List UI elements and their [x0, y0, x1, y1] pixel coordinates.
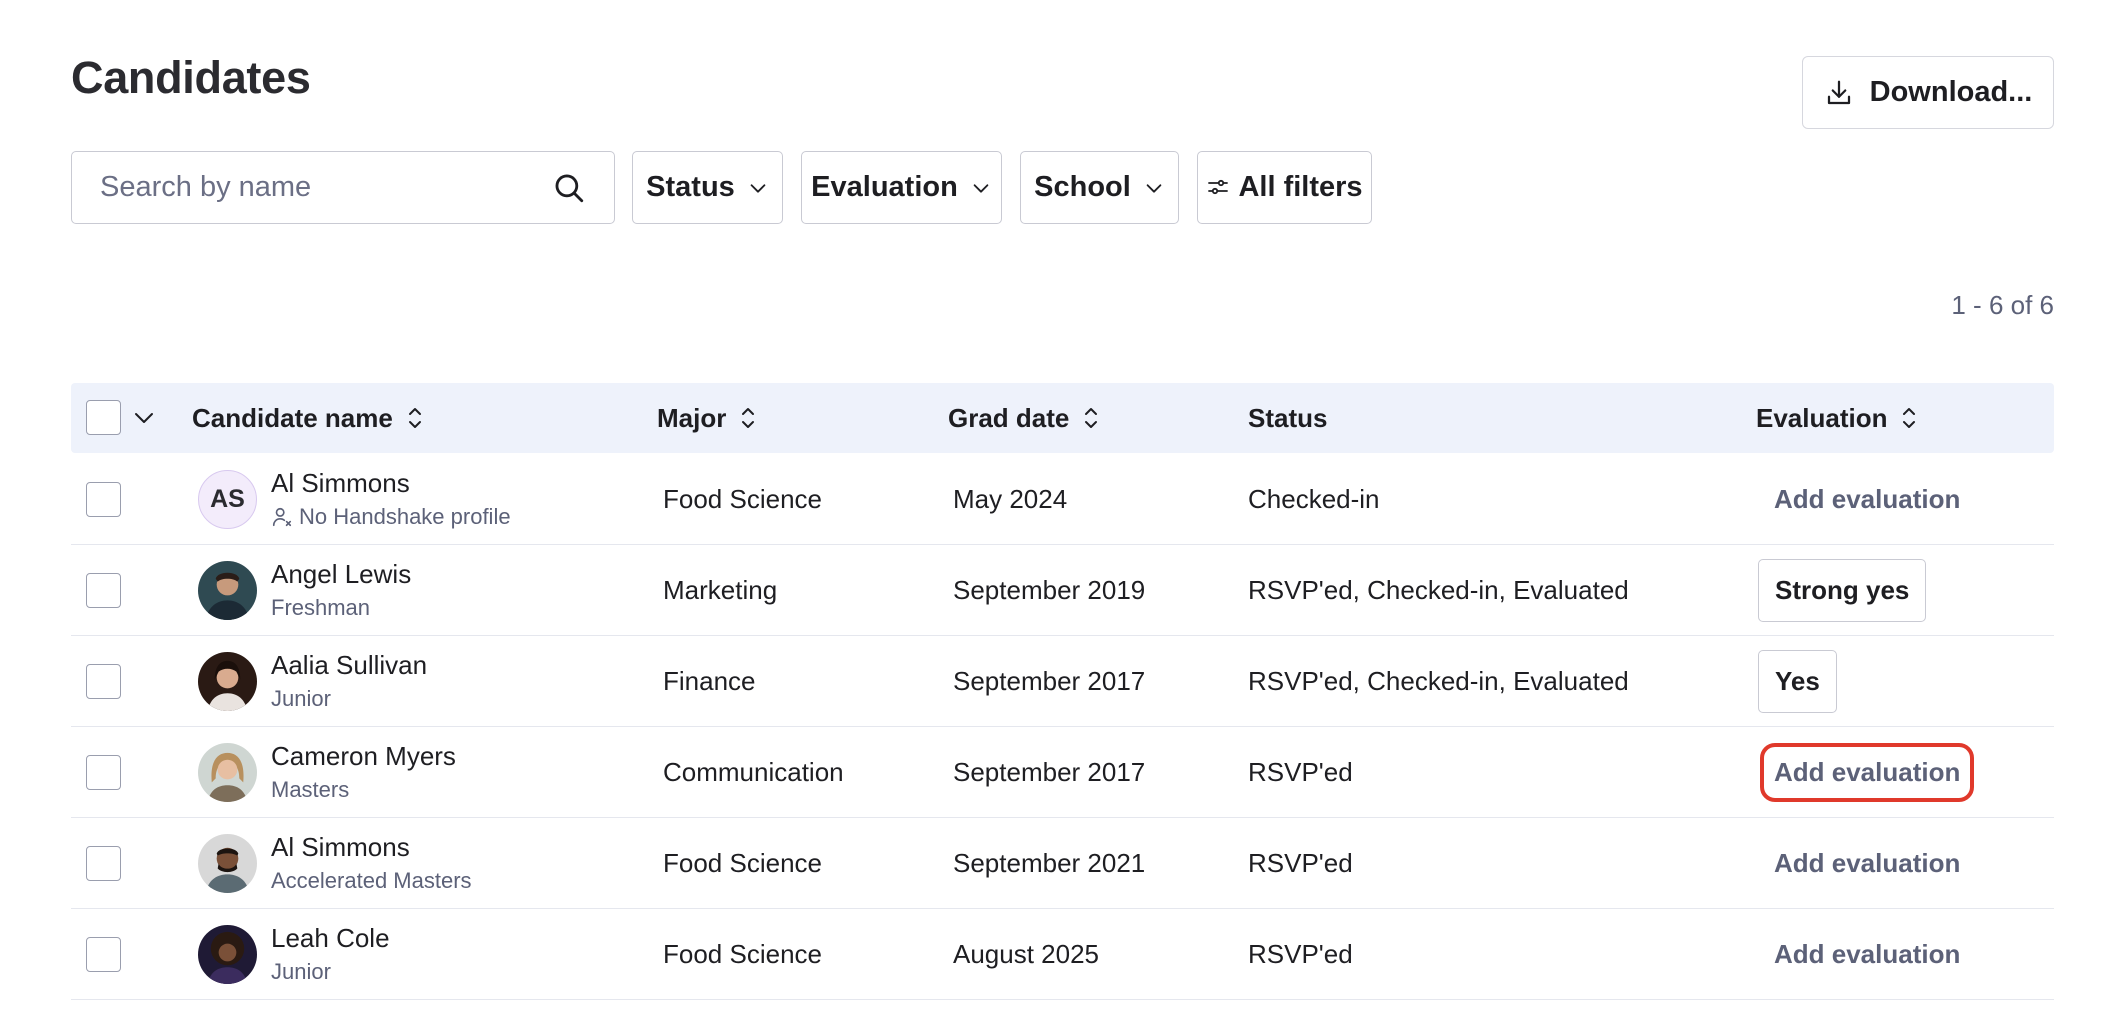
add-evaluation-link[interactable]: Add evaluation [1774, 848, 1960, 879]
grad-date-cell: September 2021 [953, 848, 1146, 878]
pagination-count: 1 - 6 of 6 [1951, 290, 2054, 320]
table-row[interactable]: AS Al Simmons No Handshake profile Food … [71, 454, 2054, 545]
row-checkbox[interactable] [86, 846, 121, 881]
search-icon[interactable] [552, 171, 586, 205]
row-checkbox[interactable] [86, 482, 121, 517]
major-cell: Food Science [663, 939, 822, 969]
candidate-subtitle: No Handshake profile [271, 504, 511, 530]
grad-date-cell: August 2025 [953, 939, 1100, 969]
column-header-label: Candidate name [192, 402, 393, 433]
candidate-name[interactable]: Aalia Sullivan [271, 650, 427, 681]
row-checkbox[interactable] [86, 573, 121, 608]
status-filter-dropdown[interactable]: Status [632, 151, 783, 224]
major-cell: Finance [663, 666, 756, 696]
download-button-label: Download... [1869, 76, 2033, 108]
column-header-label: Evaluation [1756, 402, 1888, 433]
user-x-icon [272, 507, 292, 527]
avatar [198, 743, 257, 802]
major-cell: Food Science [663, 848, 822, 878]
candidate-subtitle: Accelerated Masters [271, 868, 472, 893]
add-evaluation-link[interactable]: Add evaluation [1759, 743, 1975, 802]
avatar [198, 652, 257, 711]
row-checkbox[interactable] [86, 937, 121, 972]
evaluation-badge[interactable]: Yes [1758, 650, 1837, 713]
table-row[interactable]: Leah Cole Junior Food Science August 202… [71, 909, 2054, 1000]
column-header-label: Grad date [948, 402, 1070, 433]
avatar [198, 834, 257, 893]
table-row[interactable]: Aalia Sullivan Junior Finance September … [71, 636, 2054, 727]
column-header-label: Major [657, 402, 727, 433]
row-checkbox[interactable] [86, 755, 121, 790]
add-evaluation-link[interactable]: Add evaluation [1774, 484, 1960, 515]
table-row[interactable]: Al Simmons Accelerated Masters Food Scie… [71, 818, 2054, 909]
sliders-icon [1208, 179, 1229, 194]
column-header-label: Status [1248, 402, 1328, 433]
candidate-name[interactable]: Al Simmons [271, 832, 410, 863]
grad-date-cell: September 2017 [953, 666, 1146, 696]
candidate-name[interactable]: Leah Cole [271, 923, 390, 954]
candidate-subtitle: Junior [271, 959, 331, 984]
major-cell: Marketing [663, 575, 778, 605]
search-input[interactable] [100, 171, 552, 204]
sort-icon [408, 408, 421, 428]
chevron-down-icon[interactable] [132, 408, 156, 428]
table-row[interactable]: Angel Lewis Freshman Marketing September… [71, 545, 2054, 636]
column-header-candidate-name[interactable]: Candidate name [192, 383, 427, 453]
status-cell: RSVP'ed [1248, 757, 1353, 787]
status-cell: RSVP'ed [1248, 848, 1353, 878]
candidate-name[interactable]: Cameron Myers [271, 741, 456, 772]
evaluation-badge[interactable]: Strong yes [1758, 559, 1927, 622]
evaluation-filter-dropdown[interactable]: Evaluation [801, 151, 1002, 224]
grad-date-cell: May 2024 [953, 484, 1068, 514]
grad-date-cell: September 2017 [953, 757, 1146, 787]
column-header-major[interactable]: Major [657, 383, 760, 453]
school-filter-dropdown[interactable]: School [1020, 151, 1179, 224]
avatar [198, 561, 257, 620]
status-cell: RSVP'ed, Checked-in, Evaluated [1248, 575, 1629, 605]
chevron-down-icon [1146, 183, 1162, 193]
status-cell: Checked-in [1248, 484, 1380, 514]
evaluation-filter-label: Evaluation [811, 171, 958, 203]
chevron-down-icon [973, 183, 989, 193]
status-cell: RSVP'ed, Checked-in, Evaluated [1248, 666, 1629, 696]
select-all-checkbox[interactable] [86, 400, 121, 435]
status-filter-label: Status [646, 171, 735, 203]
major-cell: Food Science [663, 484, 822, 514]
all-filters-label: All filters [1238, 171, 1363, 203]
candidate-subtitle-text: No Handshake profile [299, 504, 511, 529]
add-evaluation-link[interactable]: Add evaluation [1774, 939, 1960, 970]
column-header-evaluation[interactable]: Evaluation [1756, 383, 1921, 453]
table-header: Candidate name Major Grad date Status Ev… [71, 383, 2054, 453]
sort-icon [1085, 408, 1098, 428]
status-cell: RSVP'ed [1248, 939, 1353, 969]
download-icon [1827, 80, 1850, 104]
sort-icon [1903, 408, 1916, 428]
sort-icon [742, 408, 755, 428]
candidate-name[interactable]: Angel Lewis [271, 559, 411, 590]
chevron-down-icon [750, 183, 766, 193]
all-filters-button[interactable]: All filters [1197, 151, 1372, 224]
search-box [71, 151, 615, 224]
column-header-grad-date[interactable]: Grad date [948, 383, 1103, 453]
column-header-status: Status [1248, 383, 1327, 453]
download-button[interactable]: Download... [1802, 56, 2054, 129]
avatar [198, 925, 257, 984]
candidate-subtitle: Freshman [271, 595, 371, 620]
candidate-subtitle: Junior [271, 686, 331, 711]
major-cell: Communication [663, 757, 844, 787]
avatar: AS [198, 470, 257, 529]
table-row[interactable]: Cameron Myers Masters Communication Sept… [71, 727, 2054, 818]
row-checkbox[interactable] [86, 664, 121, 699]
candidate-subtitle: Masters [271, 777, 350, 802]
candidates-page: Candidates Download... Status Evaluation… [0, 0, 2106, 1024]
candidate-name[interactable]: Al Simmons [271, 468, 410, 499]
school-filter-label: School [1034, 171, 1131, 203]
page-title: Candidates [71, 52, 311, 103]
grad-date-cell: September 2019 [953, 575, 1146, 605]
